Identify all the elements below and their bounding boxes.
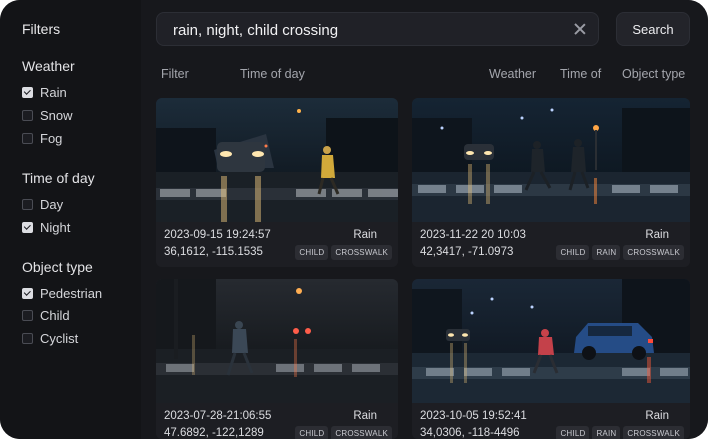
filter-cyclist[interactable]: Cyclist [22,329,78,347]
filter-night-label: Night [40,219,71,235]
column-time-of-day[interactable]: Time of day [240,67,305,81]
card-timestamp: 2023-10-05 19:52:41 [420,410,527,422]
column-time-of[interactable]: Time of [560,67,601,81]
result-card[interactable]: 2023-07-28-21:06:55 Rain 47.6892, -122,1… [156,279,398,439]
column-filter[interactable]: Filter [161,67,189,81]
card-meta: 2023-11-22 20 10:03 Rain 42,3417, -71.09… [412,222,690,267]
night-rain-crossing-image [412,98,690,222]
tag-badge: CHILD [295,245,329,260]
filters-sidebar: Filters Weather Rain Snow Fog Time of da… [0,0,142,439]
card-tags: CHILD RAIN CROSSWALK [556,426,684,439]
card-weather: Rain [645,229,669,241]
tag-badge: CROSSWALK [331,245,392,260]
tag-badge: CHILD [556,245,590,260]
filter-rain-label: Rain [40,84,67,100]
filter-day-label: Day [40,196,64,212]
filter-child-label: Child [40,307,70,323]
app-window: Filters Weather Rain Snow Fog Time of da… [0,0,708,439]
search-button[interactable]: Search [616,12,690,46]
tag-badge: CROSSWALK [623,245,684,260]
filter-snow-label: Snow [40,107,73,123]
fog-checkbox[interactable] [22,132,33,144]
card-coords: 34,0306, -118-4496 [420,427,520,439]
card-weather: Rain [353,410,377,422]
rain-checkbox[interactable] [22,86,33,98]
card-meta: 2023-09-15 19:24:57 Rain 36,1612, -115.1… [156,222,398,267]
filter-cyclist-label: Cyclist [40,330,79,346]
object-type-group-title: Object type [22,259,93,275]
night-checkbox[interactable] [22,221,33,233]
column-object-type[interactable]: Object type [622,67,685,81]
tag-badge: RAIN [592,245,621,260]
search-box [156,12,599,47]
time-of-day-group-title: Time of day [22,170,95,186]
card-meta: 2023-10-05 19:52:41 Rain 34,0306, -118-4… [412,403,690,439]
filter-pedestrian[interactable]: Pedestrian [22,284,102,302]
tag-badge: CHILD [556,426,590,439]
day-checkbox[interactable] [22,198,33,210]
result-card[interactable]: 2023-10-05 19:52:41 Rain 34,0306, -118-4… [412,279,690,439]
tag-badge: CHILD [295,426,329,439]
cyclist-checkbox[interactable] [22,332,33,344]
card-coords: 47.6892, -122,1289 [164,427,264,439]
child-checkbox[interactable] [22,309,33,321]
result-card[interactable]: 2023-09-15 19:24:57 Rain 36,1612, -115.1… [156,98,398,267]
filter-day[interactable]: Day [22,195,63,213]
search-input[interactable] [171,13,565,47]
card-tags: CHILD CROSSWALK [295,426,392,439]
night-rain-crossing-image [412,279,690,403]
night-rain-crossing-image [156,279,398,403]
results-panel: Search Filter Time of day Weather Time o… [141,0,708,439]
weather-group-title: Weather [22,58,75,74]
filter-snow[interactable]: Snow [22,106,73,124]
result-card[interactable]: 2023-11-22 20 10:03 Rain 42,3417, -71.09… [412,98,690,267]
snow-checkbox[interactable] [22,109,33,121]
filter-pedestrian-label: Pedestrian [40,285,103,301]
card-timestamp: 2023-09-15 19:24:57 [164,229,271,241]
tag-badge: CROSSWALK [623,426,684,439]
card-timestamp: 2023-11-22 20 10:03 [420,229,526,241]
filter-rain[interactable]: Rain [22,83,67,101]
card-tags: CHILD RAIN CROSSWALK [556,245,684,260]
tag-badge: CROSSWALK [331,426,392,439]
filter-fog[interactable]: Fog [22,129,62,147]
tag-badge: RAIN [592,426,621,439]
pedestrian-checkbox[interactable] [22,287,33,299]
card-timestamp: 2023-07-28-21:06:55 [164,410,272,422]
clear-icon[interactable] [572,21,588,37]
card-coords: 36,1612, -115.1535 [164,246,263,258]
filter-child[interactable]: Child [22,306,70,324]
card-weather: Rain [353,229,377,241]
filters-title: Filters [22,21,61,37]
column-weather[interactable]: Weather [489,67,536,81]
card-weather: Rain [645,410,669,422]
filter-fog-label: Fog [40,130,63,146]
filter-night[interactable]: Night [22,218,70,236]
card-coords: 42,3417, -71.0973 [420,246,514,258]
card-meta: 2023-07-28-21:06:55 Rain 47.6892, -122,1… [156,403,398,439]
night-rain-crossing-image [156,98,398,222]
card-tags: CHILD CROSSWALK [295,245,392,260]
